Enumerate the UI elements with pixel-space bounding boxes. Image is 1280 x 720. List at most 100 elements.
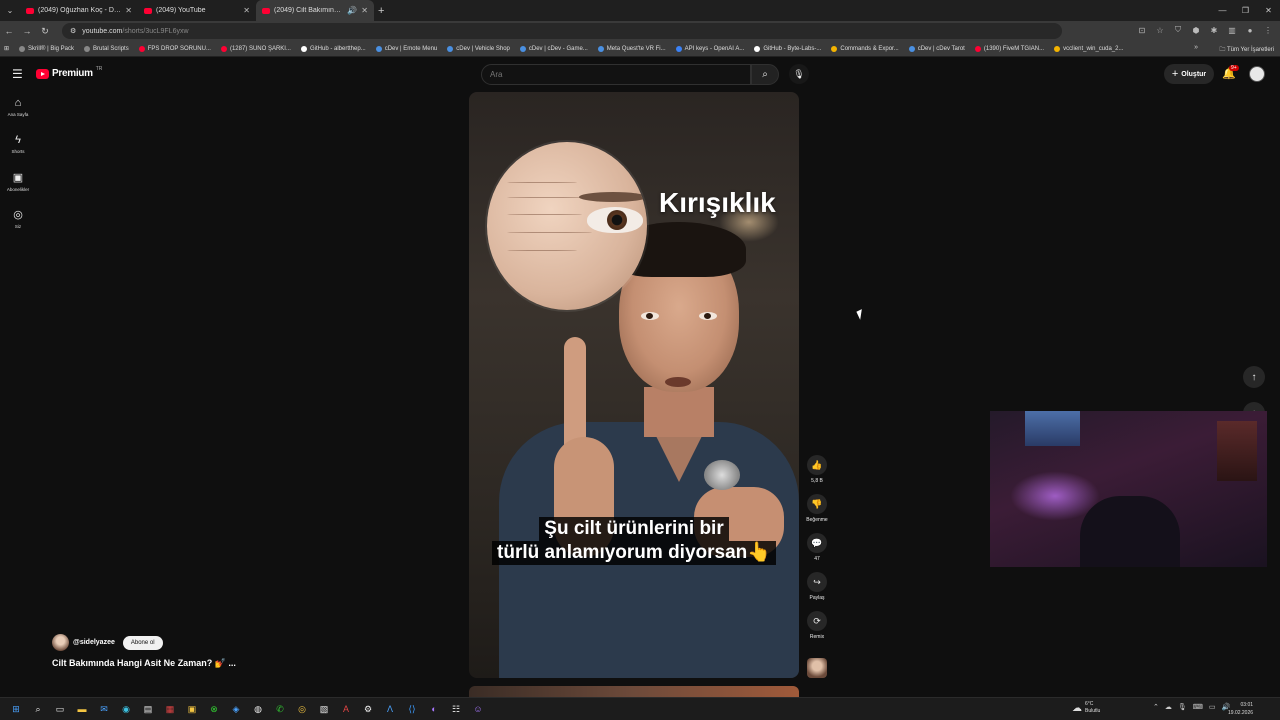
apps-grid-icon[interactable]: ⊞: [4, 45, 9, 52]
bookmark-item[interactable]: Meta Quest'te VR Fi...: [597, 45, 666, 52]
youtube-premium-logo[interactable]: Premium TR: [36, 66, 102, 79]
sidebar-item-you[interactable]: ◎ Siz: [0, 208, 36, 245]
bookmark-item[interactable]: (1287) SUNO ŞARKI...: [220, 45, 291, 52]
back-icon[interactable]: ←: [0, 26, 18, 36]
thumbs-up-icon[interactable]: 👍: [807, 455, 827, 475]
browser-tab-1[interactable]: (2049) Oğuzhan Koç - Domuz C... ✕: [20, 0, 138, 21]
search-input[interactable]: Ara: [481, 64, 751, 85]
next-short-preview[interactable]: [469, 686, 799, 697]
sidebar-icon[interactable]: ▥: [1226, 24, 1238, 36]
close-window-icon[interactable]: ✕: [1257, 0, 1280, 21]
comments-button[interactable]: 💬 47: [803, 533, 831, 572]
close-tab-icon[interactable]: ✕: [361, 6, 368, 15]
steam-icon[interactable]: ◍: [250, 701, 266, 717]
create-button[interactable]: + Oluştur: [1164, 64, 1214, 84]
edge-icon[interactable]: ◉: [118, 701, 134, 717]
remix-icon[interactable]: ⟳: [807, 611, 827, 631]
share-icon[interactable]: ↪: [807, 572, 827, 592]
browser-tab-3[interactable]: (2049) Cilt Bakımında Hang... 🔊 ✕: [256, 0, 374, 21]
bookmark-item[interactable]: vcclient_win_cuda_2...: [1054, 45, 1123, 52]
video-title[interactable]: Cilt Bakımında Hangi Asit Ne Zaman? 💅 ..…: [52, 658, 236, 669]
app-icon[interactable]: ◐: [426, 701, 442, 717]
xbox-icon[interactable]: ⊗: [206, 701, 222, 717]
comment-icon[interactable]: 💬: [807, 533, 827, 553]
account-avatar[interactable]: [1249, 66, 1265, 82]
app-icon[interactable]: ◈: [228, 701, 244, 717]
onedrive-icon[interactable]: ☁: [1165, 703, 1172, 711]
close-tab-icon[interactable]: ✕: [125, 6, 132, 15]
shorts-video-player[interactable]: Kırışıklık Şu cilt ürünlerini bir türlü …: [469, 92, 799, 678]
display-icon[interactable]: ▭: [1209, 703, 1216, 711]
tab-list-button[interactable]: ⌄: [0, 0, 20, 21]
store-icon[interactable]: ▤: [140, 701, 156, 717]
adobe-icon[interactable]: A: [338, 701, 354, 717]
search-icon[interactable]: ⌕: [751, 64, 779, 85]
site-info-icon[interactable]: ⚙: [70, 27, 76, 35]
file-explorer-icon[interactable]: ▬: [74, 701, 90, 717]
bookmark-item[interactable]: FPS DROP SORUNU...: [138, 45, 211, 52]
weather-widget[interactable]: ☁ 6°C Bulutlu: [1072, 701, 1100, 715]
reload-icon[interactable]: ↻: [36, 26, 54, 37]
app-icon[interactable]: Λ: [382, 701, 398, 717]
tray-overflow-icon[interactable]: ⌃: [1153, 703, 1159, 711]
sidebar-item-home[interactable]: ⌂ Ana Sayfa: [0, 97, 36, 134]
thumbs-down-icon[interactable]: 👎: [807, 494, 827, 514]
microphone-icon[interactable]: 🎙: [789, 64, 809, 84]
windows-start-icon[interactable]: ⊞: [8, 701, 24, 717]
bookmark-item[interactable]: GitHub - Byte-Labs-...: [754, 45, 821, 52]
discord-icon[interactable]: ☺: [470, 701, 486, 717]
channel-handle[interactable]: @sidelyazee: [73, 639, 115, 646]
install-icon[interactable]: ⊡: [1136, 24, 1148, 36]
mail-icon[interactable]: ✉: [96, 701, 112, 717]
previous-short-arrow-icon[interactable]: ↑: [1243, 366, 1265, 388]
bookmark-item[interactable]: Brutal Scripts: [84, 45, 129, 52]
extension-icon[interactable]: ⬢: [1190, 24, 1202, 36]
speaker-icon[interactable]: 🔊: [347, 6, 357, 15]
menu-dots-icon[interactable]: ⋮: [1262, 24, 1274, 36]
forward-icon[interactable]: →: [18, 26, 36, 36]
sound-source-avatar[interactable]: [807, 658, 827, 678]
share-button[interactable]: ↪ Paylaş: [803, 572, 831, 611]
bookmark-item[interactable]: cDev | cDev - Game...: [519, 45, 588, 52]
bookmark-item[interactable]: Commands & Expor...: [831, 45, 899, 52]
remix-button[interactable]: ⟳ Remix: [803, 611, 831, 650]
chrome-icon[interactable]: ◎: [294, 701, 310, 717]
bookmark-item[interactable]: GitHub - albertthep...: [300, 45, 366, 52]
maximize-icon[interactable]: ❐: [1234, 0, 1257, 21]
like-button[interactable]: 👍 5,8 B: [803, 455, 831, 494]
all-bookmarks-folder[interactable]: 🗀 Tüm Yer İşaretleri: [1219, 45, 1274, 55]
app-icon[interactable]: ▧: [316, 701, 332, 717]
taskbar-clock[interactable]: 03:01 19.02.2026: [1228, 701, 1253, 717]
network-icon[interactable]: ⌨: [1193, 703, 1203, 711]
calendar-icon[interactable]: ▦: [162, 701, 178, 717]
menu-icon[interactable]: ☰: [12, 67, 23, 81]
vscode-icon[interactable]: ⟨⟩: [404, 701, 420, 717]
close-tab-icon[interactable]: ✕: [243, 6, 250, 15]
sidebar-item-subscriptions[interactable]: ▣ Abonelikler: [0, 171, 36, 208]
task-view-icon[interactable]: ▭: [52, 701, 68, 717]
puzzle-icon[interactable]: ✱: [1208, 24, 1220, 36]
bookmark-star-icon[interactable]: ☆: [1154, 24, 1166, 36]
settings-gear-icon[interactable]: ⚙: [360, 701, 376, 717]
bookmark-item[interactable]: API keys - OpenAI A...: [675, 45, 744, 52]
bookmark-item[interactable]: cDev | Emote Menu: [375, 45, 437, 52]
dislike-button[interactable]: 👎 Beğenme: [803, 494, 831, 533]
bookmark-item[interactable]: (1390) FiveM TGIAN...: [974, 45, 1044, 52]
subscribe-button[interactable]: Abone ol: [122, 635, 163, 650]
notes-icon[interactable]: ▣: [184, 701, 200, 717]
minimize-icon[interactable]: —: [1211, 0, 1234, 21]
profile-icon[interactable]: ●: [1244, 24, 1256, 36]
microphone-icon[interactable]: 🎙: [1178, 703, 1187, 711]
bookmark-item[interactable]: Skrill® | Big Pack: [19, 45, 74, 52]
app-icon[interactable]: ☷: [448, 701, 464, 717]
channel-avatar[interactable]: [52, 634, 69, 651]
whatsapp-icon[interactable]: ✆: [272, 701, 288, 717]
bookmark-item[interactable]: cDev | Vehicle Shop: [447, 45, 510, 52]
search-icon[interactable]: ⌕: [30, 701, 46, 717]
sidebar-item-shorts[interactable]: ϟ Shorts: [0, 134, 36, 171]
bookmarks-overflow-icon[interactable]: »: [1194, 44, 1198, 51]
url-bar[interactable]: ⚙ youtube.com/shorts/3ucL9FL6yxw: [62, 23, 1062, 39]
new-tab-button[interactable]: +: [378, 5, 384, 17]
shield-icon[interactable]: ⛉: [1172, 24, 1184, 36]
bookmark-item[interactable]: cDev | cDev Tarot: [908, 45, 965, 52]
